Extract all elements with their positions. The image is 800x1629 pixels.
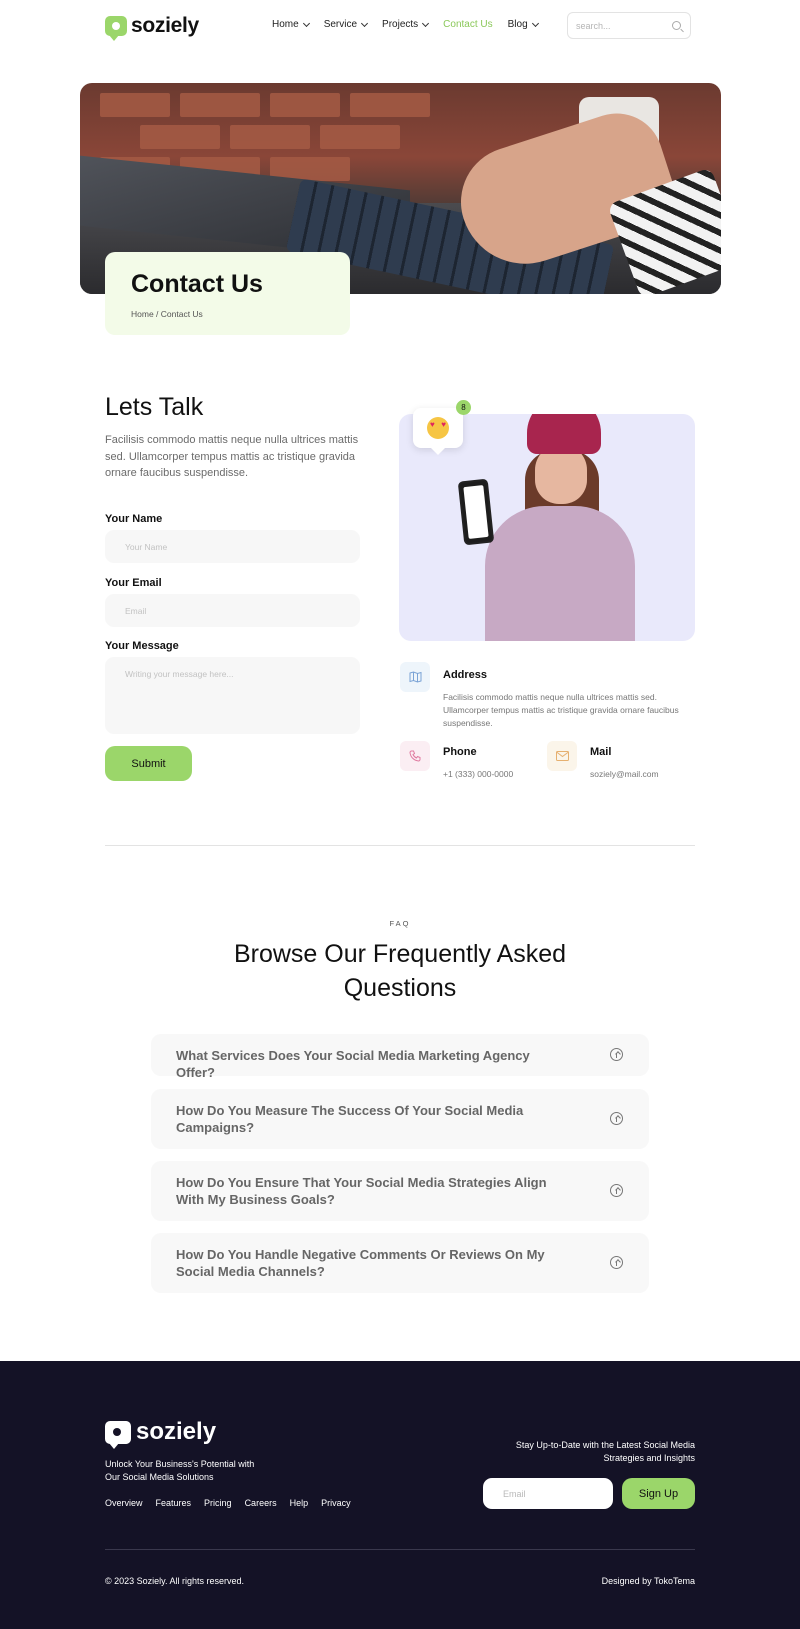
section-description: Facilisis commodo mattis neque nulla ult… <box>105 434 359 479</box>
nav-label: Contact Us <box>443 19 493 30</box>
logo-chat-icon <box>105 16 127 41</box>
footer-link-features[interactable]: Features <box>156 1498 192 1508</box>
faq-question: How Do You Handle Negative Comments Or R… <box>176 1247 545 1279</box>
faq-item[interactable]: What Services Does Your Social Media Mar… <box>151 1034 649 1080</box>
footer-link-privacy[interactable]: Privacy <box>321 1498 351 1508</box>
brick <box>350 93 430 117</box>
footer-links: Overview Features Pricing Careers Help P… <box>105 1498 351 1508</box>
footer-divider <box>105 1549 695 1550</box>
site-header: soziely Home Service Projects Contact Us… <box>0 0 800 50</box>
email-label: Your Email <box>105 577 162 589</box>
footer-tagline: Unlock Your Business's Potential with Ou… <box>105 1459 255 1482</box>
footer-logo-text: soziely <box>136 1418 217 1445</box>
section-divider <box>105 845 695 846</box>
nav-label: Service <box>323 19 358 30</box>
submit-button[interactable]: Submit <box>105 746 192 781</box>
logo-chat-icon <box>105 1420 131 1449</box>
name-field[interactable] <box>105 530 360 563</box>
site-footer: soziely Unlock Your Business's Potential… <box>0 1361 800 1629</box>
smartphone <box>457 478 495 546</box>
mail-icon <box>555 751 569 761</box>
email-field[interactable] <box>105 594 360 627</box>
message-label: Your Message <box>105 640 179 652</box>
message-field[interactable] <box>105 657 360 734</box>
faq-question: How Do You Ensure That Your Social Media… <box>176 1175 547 1207</box>
nav-label: Blog <box>507 19 528 30</box>
search-input[interactable] <box>576 20 666 31</box>
address-title: Address <box>443 669 488 681</box>
phone-text[interactable]: +1 (333) 000-0000 <box>443 768 513 781</box>
footer-link-help[interactable]: Help <box>290 1498 309 1508</box>
phone-title: Phone <box>443 746 477 758</box>
brick <box>100 93 170 117</box>
page-title: Contact Us <box>131 270 263 298</box>
notification-badge: 8 <box>456 400 471 415</box>
chevron-down-icon <box>531 19 539 27</box>
logo[interactable]: soziely <box>105 14 199 41</box>
faq-eyebrow: FAQ <box>389 919 411 928</box>
phone-icon <box>409 750 421 762</box>
name-label: Your Name <box>105 513 163 525</box>
brick <box>230 125 310 149</box>
brick <box>320 125 400 149</box>
nav-item-contact-us[interactable]: Contact Us <box>443 19 492 30</box>
search-icon[interactable] <box>672 21 681 30</box>
page-title-card: Contact Us Home / Contact Us <box>105 252 350 335</box>
address-text: Facilisis commodo mattis neque nulla ult… <box>443 692 679 728</box>
person-sweater <box>485 506 635 641</box>
chevron-down-icon <box>361 19 369 27</box>
nav-label: Home <box>272 19 299 30</box>
search-box <box>567 12 691 39</box>
faq-title: Browse Our Frequently Asked Questions <box>233 940 567 1002</box>
breadcrumb[interactable]: Home / Contact Us <box>131 309 324 319</box>
faq-question: How Do You Measure The Success Of Your S… <box>176 1103 524 1135</box>
brick <box>270 93 340 117</box>
arrow-up-circle-icon <box>610 1256 623 1269</box>
nav-label: Projects <box>382 19 419 30</box>
chevron-down-icon <box>422 19 430 27</box>
mail-title: Mail <box>590 746 612 758</box>
phone-icon-box <box>400 741 430 771</box>
address-icon-box <box>400 662 430 692</box>
chevron-down-icon <box>302 19 310 27</box>
brick <box>140 125 220 149</box>
designed-by[interactable]: Designed by TokoTema <box>602 1576 695 1586</box>
person-beanie <box>527 414 601 454</box>
logo-text: soziely <box>131 14 199 37</box>
arrow-up-circle-icon <box>610 1112 623 1125</box>
arrow-up-circle-icon <box>610 1048 623 1061</box>
section-title: Lets Talk <box>105 393 204 421</box>
copyright: © 2023 Soziely. All rights reserved. <box>105 1576 245 1586</box>
main-nav: Home Service Projects Contact Us Blog <box>272 19 539 30</box>
nav-item-home[interactable]: Home <box>272 19 310 30</box>
footer-link-pricing[interactable]: Pricing <box>204 1498 232 1508</box>
signup-button[interactable]: Sign Up <box>622 1478 695 1509</box>
nav-item-service[interactable]: Service <box>323 19 369 30</box>
footer-logo[interactable]: soziely <box>105 1418 217 1449</box>
nav-item-projects[interactable]: Projects <box>382 19 430 30</box>
arrow-up-circle-icon <box>610 1184 623 1197</box>
faq-question: What Services Does Your Social Media Mar… <box>176 1048 530 1080</box>
footer-link-overview[interactable]: Overview <box>105 1498 143 1508</box>
emoji-bubble <box>413 408 463 455</box>
faq-item[interactable]: How Do You Ensure That Your Social Media… <box>151 1161 649 1221</box>
nav-item-blog[interactable]: Blog <box>507 19 539 30</box>
map-icon <box>409 671 421 683</box>
brick <box>180 93 260 117</box>
footer-link-careers[interactable]: Careers <box>245 1498 277 1508</box>
faq-item[interactable]: How Do You Handle Negative Comments Or R… <box>151 1233 649 1293</box>
newsletter-text: Stay Up-to-Date with the Latest Social M… <box>515 1440 695 1463</box>
faq-item[interactable]: How Do You Measure The Success Of Your S… <box>151 1089 649 1149</box>
mail-text[interactable]: soziely@mail.com <box>590 768 659 781</box>
newsletter-email-input[interactable] <box>483 1478 613 1509</box>
mail-icon-box <box>547 741 577 771</box>
heart-eyes-emoji-icon <box>427 417 449 439</box>
